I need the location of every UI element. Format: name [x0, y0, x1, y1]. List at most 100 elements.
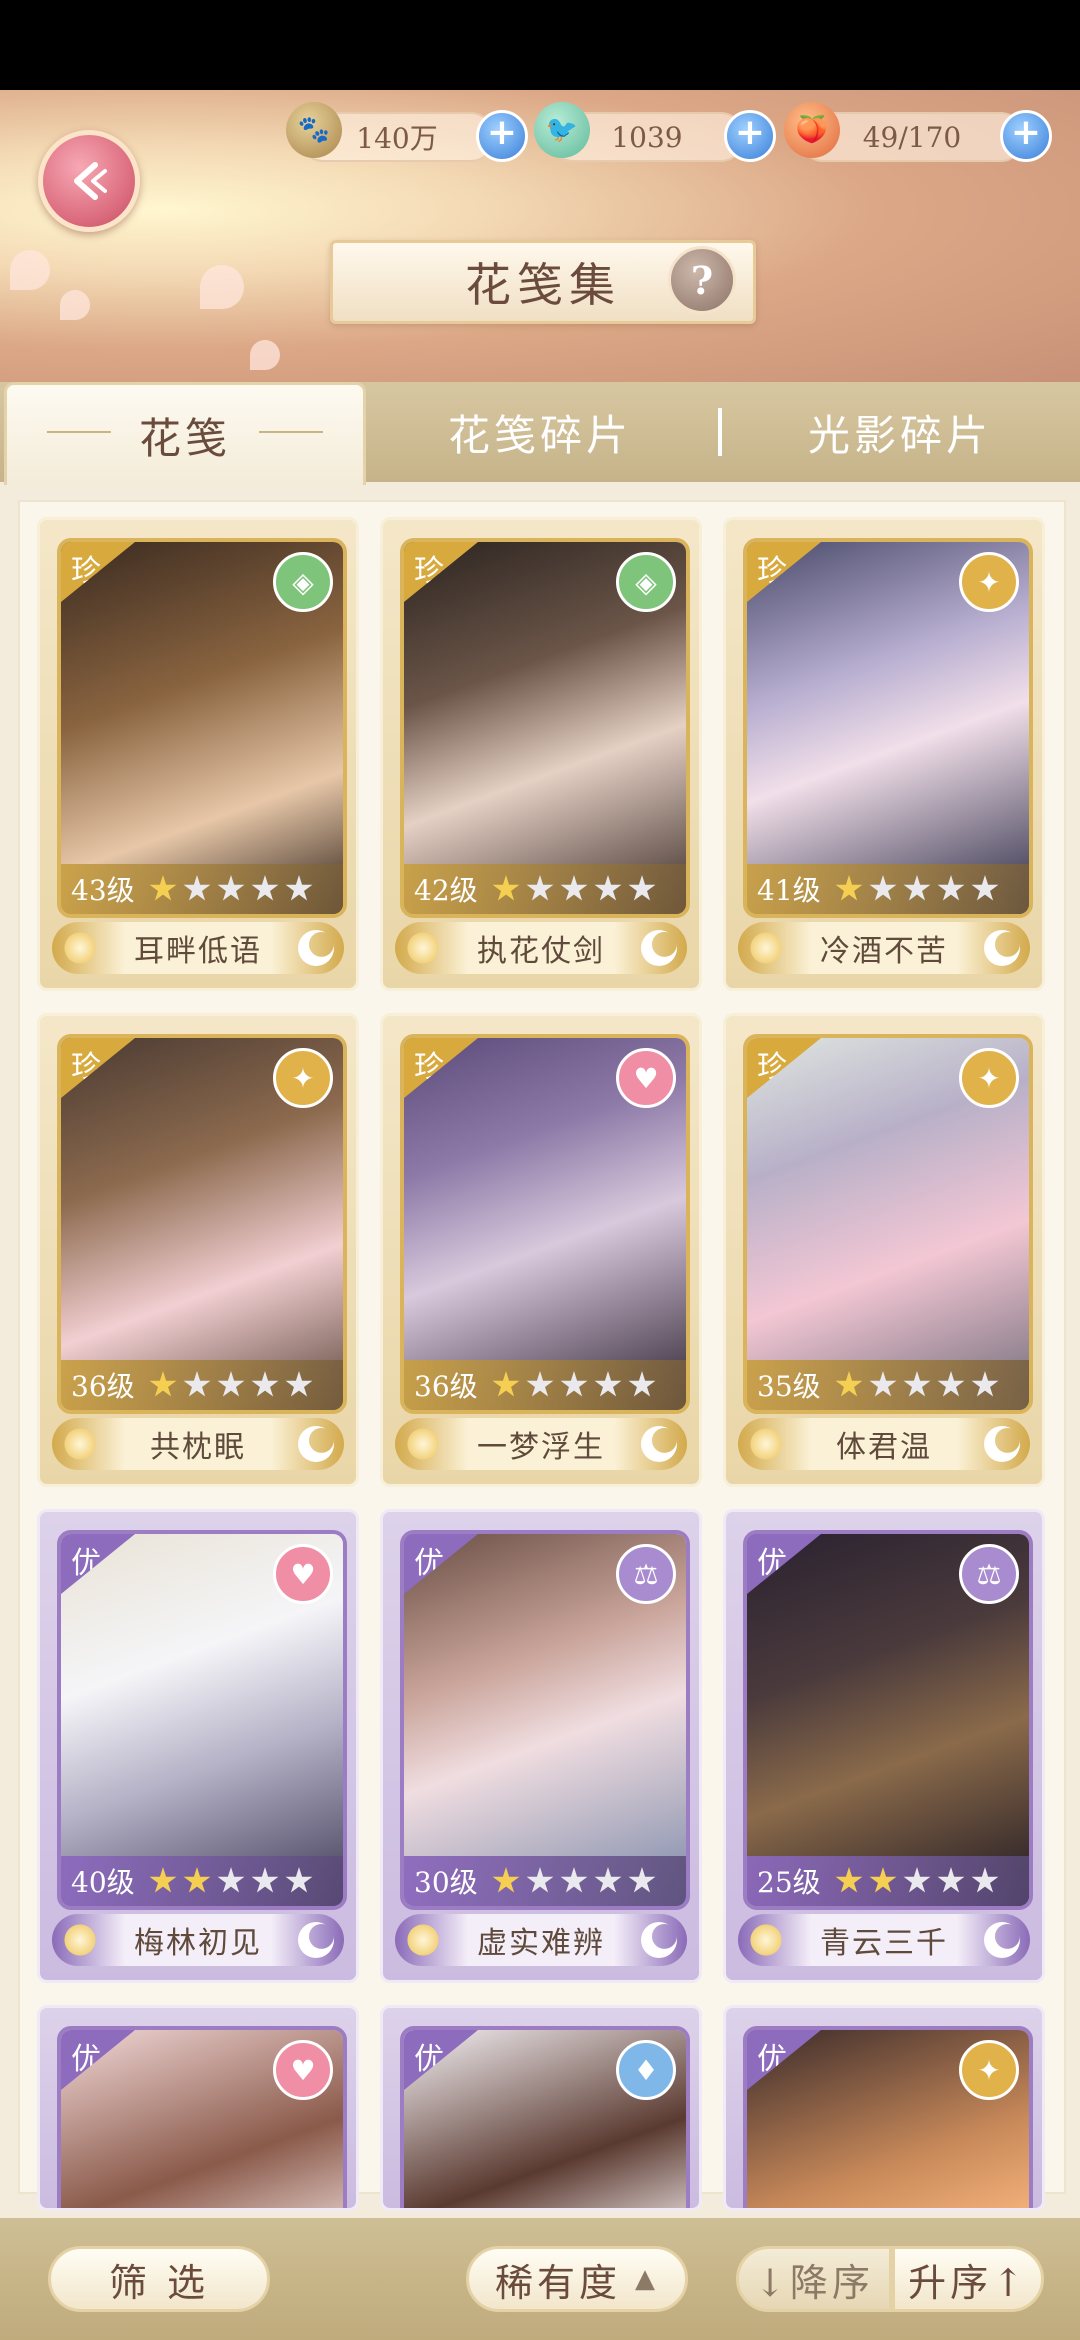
card-name: 执花仗剑 [477, 934, 605, 969]
card-item[interactable]: 珍 ◈ 42级 执花仗剑 [380, 517, 702, 991]
level-bar: 35级 [747, 1360, 1029, 1410]
bird-token-icon: 🐦 [534, 102, 590, 158]
sort-by-rarity-dropdown[interactable]: 稀有度 ▲ [466, 2246, 688, 2312]
star-icon [149, 875, 177, 901]
add-stamina-button[interactable]: + [1000, 110, 1052, 162]
star-icon [937, 875, 965, 901]
star-icon [526, 1867, 554, 1893]
star-icon [628, 1371, 656, 1397]
star-icon [285, 875, 313, 901]
star-icon [869, 1371, 897, 1397]
add-coin-button[interactable]: + [476, 110, 528, 162]
purple-scales-icon: ⚖ [616, 1544, 676, 1604]
level-text: 42级 [414, 874, 478, 907]
star-icon [526, 875, 554, 901]
status-bar [0, 0, 1080, 90]
card-item[interactable]: 优 ♥ [37, 2005, 359, 2211]
level-bar: 40级 [61, 1856, 343, 1906]
star-icon [560, 1371, 588, 1397]
tab-cards-label: 花笺 [138, 413, 231, 463]
green-lattice-icon: ◈ [273, 552, 333, 612]
sun-icon [748, 1426, 784, 1462]
card-name-plate: 执花仗剑 [395, 922, 687, 974]
page-title-text: 花笺集 [465, 258, 621, 312]
card-art: 珍 ◈ 42级 [400, 538, 690, 918]
card-item[interactable]: 珍 ♥ 36级 一梦浮生 [380, 1013, 702, 1487]
asc-label: 升序↑ [908, 2260, 1028, 2305]
card-name: 耳畔低语 [134, 934, 262, 969]
level-bar: 36级 [61, 1360, 343, 1410]
sun-icon [405, 930, 441, 966]
star-icon [835, 875, 863, 901]
star-icon [285, 1371, 313, 1397]
gold-wings-icon: ✦ [273, 1048, 333, 1108]
moon-icon [641, 1426, 677, 1462]
filter-button[interactable]: 筛 选 [48, 2246, 270, 2312]
level-text: 40级 [71, 1866, 135, 1899]
tab-card-fragments-label: 花笺碎片 [447, 410, 632, 460]
card-item[interactable]: 珍 ✦ 36级 共枕眠 [37, 1013, 359, 1487]
tab-bar: 花笺 花笺碎片 光影碎片 [0, 382, 1080, 485]
stamina-value: 49/170 [862, 120, 962, 154]
card-art: 珍 ◈ 43级 [57, 538, 347, 918]
star-icon [217, 875, 245, 901]
star-icon [869, 1867, 897, 1893]
star-icon [869, 875, 897, 901]
card-item[interactable]: 优 ♥ 40级 梅林初见 [37, 1509, 359, 1983]
card-item[interactable]: 珍 ✦ 41级 冷酒不苦 [723, 517, 1045, 991]
star-icon [183, 1867, 211, 1893]
star-icon [971, 1371, 999, 1397]
star-icon [594, 1867, 622, 1893]
card-item[interactable]: 优 ♦ [380, 2005, 702, 2211]
card-name: 共枕眠 [150, 1430, 246, 1465]
card-name-plate: 体君温 [738, 1418, 1030, 1470]
caret-up-icon: ▲ [635, 2264, 659, 2294]
star-icon [251, 875, 279, 901]
card-name-plate: 冷酒不苦 [738, 922, 1030, 974]
card-art: 优 ♥ [57, 2026, 347, 2208]
card-art: 优 ✦ [743, 2026, 1033, 2208]
card-item[interactable]: 珍 ◈ 43级 耳畔低语 [37, 517, 359, 991]
card-item[interactable]: 优 ⚖ 25级 青云三千 [723, 1509, 1045, 1983]
peach-stamina-icon: 🍑 [784, 102, 840, 158]
card-item[interactable]: 优 ✦ [723, 2005, 1045, 2211]
moon-icon [641, 930, 677, 966]
help-button[interactable]: ? [668, 246, 736, 314]
gold-wings-icon: ✦ [959, 552, 1019, 612]
card-name-plate: 梅林初见 [52, 1914, 344, 1966]
sort-descending-button[interactable]: ↓降序 [736, 2246, 892, 2312]
card-name: 梅林初见 [134, 1926, 262, 1961]
card-item[interactable]: 优 ⚖ 30级 虚实难辨 [380, 1509, 702, 1983]
star-icon [492, 1867, 520, 1893]
filter-label: 筛 选 [108, 2260, 210, 2305]
moon-icon [298, 930, 334, 966]
card-name: 体君温 [836, 1430, 932, 1465]
level-text: 25级 [757, 1866, 821, 1899]
card-name: 青云三千 [820, 1926, 948, 1961]
star-icon [251, 1371, 279, 1397]
level-text: 41级 [757, 874, 821, 907]
add-token-button[interactable]: + [724, 110, 776, 162]
star-icon [971, 875, 999, 901]
level-text: 30级 [414, 1866, 478, 1899]
sun-icon [405, 1426, 441, 1462]
star-icon [971, 1867, 999, 1893]
blue-flame-icon: ♦ [616, 2040, 676, 2100]
back-button[interactable] [38, 130, 140, 232]
tab-card-fragments[interactable]: 花笺碎片 [360, 382, 720, 482]
card-art: 优 ⚖ 25级 [743, 1530, 1033, 1910]
tab-decoration [259, 431, 323, 433]
tab-cards[interactable]: 花笺 [4, 382, 366, 485]
star-icon [903, 1371, 931, 1397]
bottom-toolbar: 筛 选 稀有度 ▲ ↓降序 升序↑ [0, 2218, 1080, 2340]
moon-icon [641, 1922, 677, 1958]
tab-light-fragments[interactable]: 光影碎片 [720, 382, 1080, 482]
star-icon [937, 1371, 965, 1397]
star-icon [217, 1867, 245, 1893]
sort-ascending-button[interactable]: 升序↑ [892, 2246, 1044, 2312]
card-name-plate: 青云三千 [738, 1914, 1030, 1966]
card-item[interactable]: 珍 ✦ 35级 体君温 [723, 1013, 1045, 1487]
question-icon: ? [690, 257, 714, 303]
sort-label: 稀有度 [494, 2260, 621, 2305]
moon-icon [984, 930, 1020, 966]
